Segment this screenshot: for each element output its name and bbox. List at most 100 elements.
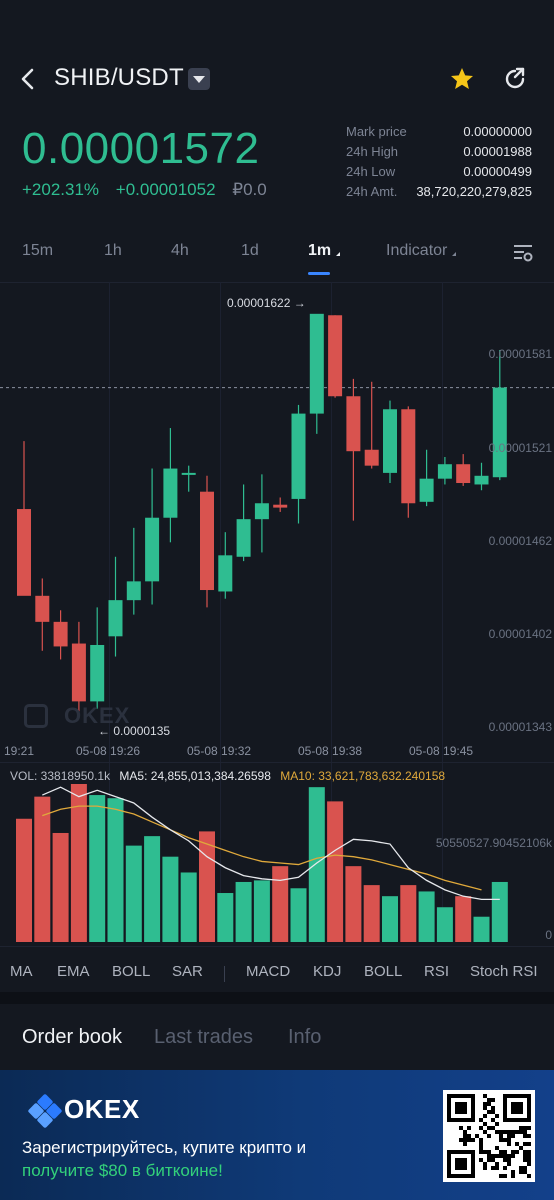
qr-module [511,1134,515,1138]
pair-title[interactable]: SHIB/USDT [54,64,184,92]
tab-4h[interactable]: 4h [171,242,189,260]
volume-bar [107,798,124,942]
tab-indicator[interactable]: Indicator [386,242,457,260]
volume-bar [162,856,179,942]
tab-1h[interactable]: 1h [104,242,122,260]
promo-banner[interactable]: OKEX Зарегистрируйтесь, купите крипто и … [0,1070,554,1200]
qr-module [507,1154,511,1158]
stat-value: 0.00001988 [463,144,532,159]
qr-module [515,1130,519,1134]
header: SHIB/USDT [0,0,554,110]
qr-module [495,1162,499,1166]
back-arrow-icon[interactable] [18,64,40,94]
qr-finder [511,1102,523,1114]
timeframe-bar: 15m 1h 4h 1d 1m Indicator [0,236,554,276]
qr-module [495,1146,499,1150]
indicator-stoch-rsi[interactable]: Stoch RSI [470,963,538,980]
qr-pattern [447,1094,531,1178]
qr-module [519,1126,523,1130]
candle-body [419,478,434,502]
qr-module [511,1174,515,1178]
qr-module [483,1094,487,1098]
tab-last-trades[interactable]: Last trades [154,1026,253,1049]
candle-body [17,509,31,596]
chart-settings-icon[interactable] [512,243,534,263]
indicator-kdj[interactable]: KDJ [313,963,341,980]
tab-info[interactable]: Info [288,1026,321,1049]
qr-module [487,1134,491,1138]
qr-code[interactable] [443,1090,535,1182]
indicator-boll-sub[interactable]: BOLL [364,963,402,980]
qr-module [479,1142,483,1146]
indicator-macd[interactable]: MACD [246,963,290,980]
change-percent: +202.31% [22,180,100,199]
high-marker: 0.00001622 → [227,296,306,310]
tab-15m[interactable]: 15m [22,242,53,260]
qr-module [479,1118,483,1122]
qr-module [499,1150,503,1154]
stat-row: 24h High 0.00001988 [346,142,532,162]
tab-1d[interactable]: 1d [241,242,259,260]
qr-finder [455,1158,467,1170]
volume-bar [400,885,417,942]
indicator-bar: MA EMA BOLL SAR MACD KDJ BOLL RSI Stoch … [0,958,554,988]
tab-order-book[interactable]: Order book [22,1026,122,1049]
candle-body [474,475,489,485]
volume-chart[interactable] [0,782,554,942]
favorite-star-icon[interactable] [449,66,475,92]
candle-body [401,409,416,504]
qr-module [503,1166,507,1170]
caret-icon [448,252,457,256]
indicator-rsi[interactable]: RSI [424,963,449,980]
qr-module [523,1142,527,1146]
qr-module [463,1130,467,1134]
tab-1m[interactable]: 1m [308,242,341,260]
qr-module [471,1138,475,1142]
indicator-boll-main[interactable]: BOLL [112,963,150,980]
qr-module [503,1158,507,1162]
x-tick-label: 05-08 19:32 [187,744,252,758]
volume-bar [382,896,398,942]
volume-bar [436,907,453,942]
qr-module [491,1110,495,1114]
candle-body [200,491,214,591]
volume-bar [235,881,252,942]
candlestick-chart[interactable] [0,282,554,752]
qr-module [499,1154,503,1158]
qr-module [515,1150,519,1154]
volume-bar [52,832,69,942]
candle-body [291,413,306,499]
qr-module [523,1134,527,1138]
pair-dropdown-icon[interactable] [188,68,210,90]
volume-bar [253,880,270,942]
qr-module [527,1150,531,1154]
volume-bar [89,795,106,942]
indicator-sar[interactable]: SAR [172,963,203,980]
volume-divider [0,762,554,763]
qr-module [483,1114,487,1118]
qr-module [479,1146,483,1150]
qr-module [487,1110,491,1114]
qr-module [503,1174,507,1178]
qr-module [503,1138,507,1142]
high-marker-value: 0.00001622 [227,296,291,310]
qr-module [491,1166,495,1170]
qr-module [527,1162,531,1166]
volume-bar [473,916,490,942]
candle-body [309,313,324,414]
stat-value: 38,720,220,279,825 [416,184,532,199]
qr-module [507,1134,511,1138]
last-price: 0.00001572 [22,124,260,173]
candle-body [145,517,160,582]
x-tick-label: 05-08 19:26 [76,744,141,758]
candle-body [71,643,86,702]
indicator-ma[interactable]: MA [10,963,33,980]
volume-bar [455,896,472,942]
volume-bar [327,801,344,942]
qr-module [507,1138,511,1142]
qr-module [511,1150,515,1154]
y-tick-label: 0.00001343 [488,720,552,734]
qr-module [463,1138,467,1142]
indicator-ema[interactable]: EMA [57,963,90,980]
share-icon[interactable] [502,66,528,92]
